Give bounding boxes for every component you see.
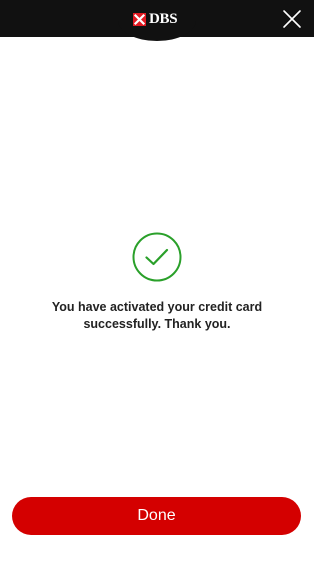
- dbs-logo: DBS: [133, 11, 178, 27]
- success-content: You have activated your credit card succ…: [0, 37, 314, 497]
- check-circle-icon: [132, 232, 182, 282]
- done-button[interactable]: Done: [12, 497, 301, 535]
- app-header: DBS: [0, 0, 314, 41]
- close-icon: [283, 10, 301, 28]
- logo-text: DBS: [149, 11, 178, 27]
- dbs-logo-icon: [133, 12, 146, 26]
- success-message: You have activated your credit card succ…: [51, 300, 263, 331]
- close-button[interactable]: [281, 8, 303, 30]
